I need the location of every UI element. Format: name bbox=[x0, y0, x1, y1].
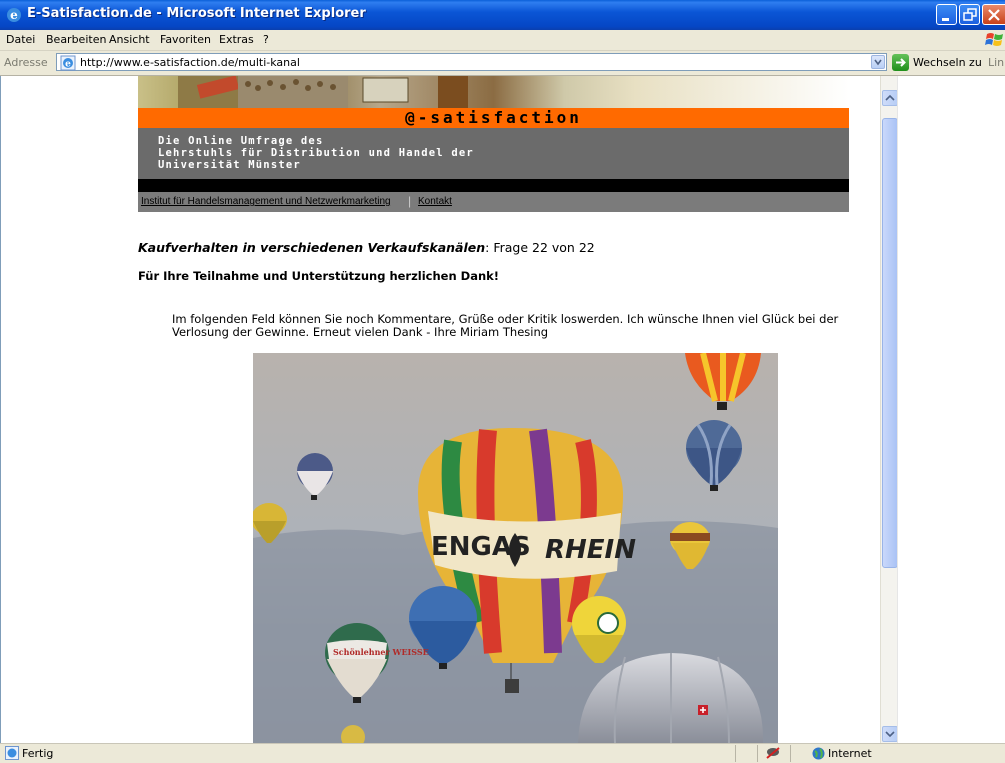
question-counter: : Frage 22 von 22 bbox=[485, 240, 595, 255]
window-title-bar[interactable]: e E-Satisfaction.de - Microsoft Internet… bbox=[0, 0, 1005, 30]
svg-text:e: e bbox=[10, 8, 18, 22]
address-bar: Adresse e http://www.e-satisfaction.de/m… bbox=[0, 51, 1005, 76]
menu-extras[interactable]: Extras bbox=[219, 33, 254, 46]
link-kontakt[interactable]: Kontakt bbox=[418, 196, 452, 207]
globe-icon bbox=[812, 747, 825, 760]
menu-favoriten[interactable]: Favoriten bbox=[160, 33, 211, 46]
banner-nav: Institut für Handelsmanagement und Netzw… bbox=[138, 192, 849, 212]
maximize-button[interactable] bbox=[959, 4, 980, 25]
scroll-up-button[interactable] bbox=[882, 90, 898, 106]
address-label: Adresse bbox=[4, 56, 48, 69]
right-frame bbox=[897, 76, 1005, 743]
banner-tagline-block: Die Online Umfrage des Lehrstuhls für Di… bbox=[138, 128, 849, 179]
site-logo: @-satisfaction bbox=[405, 108, 582, 127]
windows-logo-icon bbox=[985, 33, 1003, 46]
menu-bar: Datei Bearbeiten Ansicht Favoriten Extra… bbox=[0, 30, 1005, 51]
links-label[interactable]: Link bbox=[988, 56, 1005, 69]
banner-logo-strip: @-satisfaction bbox=[138, 108, 849, 128]
question-heading: Kaufverhalten in verschiedenen Verkaufsk… bbox=[138, 240, 595, 255]
chevron-up-icon bbox=[885, 94, 895, 101]
status-divider bbox=[757, 745, 758, 762]
address-input[interactable]: e http://www.e-satisfaction.de/multi-kan… bbox=[56, 53, 887, 71]
nav-separator: | bbox=[408, 194, 412, 208]
privacy-icon bbox=[766, 747, 780, 759]
close-button[interactable] bbox=[982, 4, 1005, 25]
menu-ansicht[interactable]: Ansicht bbox=[109, 33, 150, 46]
address-dropdown-button[interactable] bbox=[871, 55, 885, 69]
menu-help[interactable]: ? bbox=[263, 33, 269, 46]
banner-photo bbox=[138, 76, 849, 108]
status-divider bbox=[790, 745, 791, 762]
svg-text:e: e bbox=[65, 60, 71, 70]
menu-datei[interactable]: Datei bbox=[6, 33, 35, 46]
chevron-down-icon bbox=[874, 59, 882, 66]
menu-bearbeiten[interactable]: Bearbeiten bbox=[46, 33, 106, 46]
site-tagline: Die Online Umfrage des Lehrstuhls für Di… bbox=[158, 135, 474, 171]
go-label[interactable]: Wechseln zu bbox=[913, 56, 982, 69]
chevron-down-icon bbox=[885, 731, 895, 738]
question-title: Kaufverhalten in verschiedenen Verkaufsk… bbox=[138, 240, 486, 255]
status-text: Fertig bbox=[22, 747, 54, 760]
minimize-button[interactable] bbox=[936, 4, 957, 25]
page-done-icon bbox=[5, 746, 19, 760]
banner-collage bbox=[178, 76, 468, 108]
close-icon bbox=[988, 9, 1000, 21]
comment-instructions: Im folgenden Feld können Sie noch Kommen… bbox=[172, 312, 839, 339]
address-url: http://www.e-satisfaction.de/multi-kanal bbox=[80, 56, 300, 69]
window-title: E-Satisfaction.de - Microsoft Internet E… bbox=[27, 6, 366, 21]
status-divider bbox=[735, 745, 736, 762]
banner-black-strip bbox=[138, 179, 849, 192]
thanks-heading: Für Ihre Teilnahme und Unterstützung her… bbox=[138, 269, 500, 283]
go-button[interactable] bbox=[892, 54, 909, 71]
page-icon: e bbox=[60, 55, 76, 71]
vertical-scrollbar[interactable] bbox=[880, 76, 898, 743]
internet-explorer-icon: e bbox=[7, 8, 21, 22]
link-institut[interactable]: Institut für Handelsmanagement und Netzw… bbox=[141, 196, 391, 207]
go-arrow-icon bbox=[896, 58, 906, 67]
minimize-icon bbox=[942, 18, 949, 21]
security-zone: Internet bbox=[828, 747, 872, 760]
scroll-down-button[interactable] bbox=[882, 726, 898, 742]
status-bar: Fertig Internet bbox=[0, 743, 1005, 763]
balloon-text-right: RHEIN bbox=[545, 535, 636, 565]
small-balloon-text: Schönlehner WEISSE bbox=[333, 647, 429, 657]
restore-icon bbox=[963, 8, 977, 21]
scroll-thumb[interactable] bbox=[882, 118, 898, 568]
page-viewport: @-satisfaction Die Online Umfrage des Le… bbox=[0, 76, 881, 743]
balloons-photo: ENGAS RHEIN Schönlehner WEISSE bbox=[253, 353, 778, 743]
